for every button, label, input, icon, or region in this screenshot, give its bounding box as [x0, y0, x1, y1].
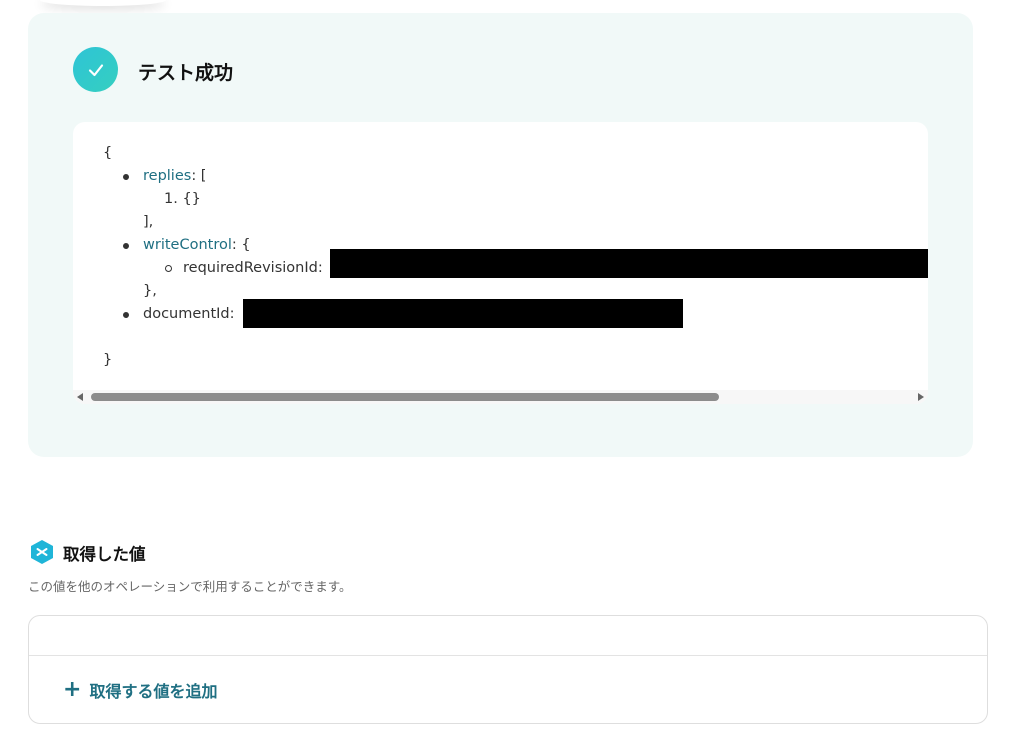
close-brace: }	[103, 352, 113, 368]
write-control-key: writeControl	[143, 237, 232, 253]
circle-bullet-icon	[165, 265, 172, 272]
retrieved-values-title: 取得した値	[63, 545, 146, 564]
json-line: {	[103, 142, 112, 165]
json-output: { replies: [ 1. {} ], writeControl: {re…	[103, 142, 928, 372]
write-control-suffix: : {	[231, 237, 251, 253]
bullet-icon	[123, 243, 129, 249]
card-shadow	[40, 0, 166, 6]
scroll-left-icon[interactable]	[77, 393, 83, 401]
replies-suffix: : [	[191, 168, 207, 184]
divider	[29, 655, 987, 656]
replies-item: 1. {}	[164, 191, 201, 207]
retrieved-values-list: + 取得する値を追加	[28, 615, 988, 724]
plus-icon: +	[63, 677, 82, 702]
redacted-block	[243, 299, 683, 328]
bullet-icon	[123, 312, 129, 318]
json-line: 1. {}	[103, 188, 201, 211]
document-id-label: documentId:	[143, 306, 235, 322]
replies-key: replies	[143, 168, 192, 184]
redacted-block	[330, 249, 928, 278]
test-result-panel: テスト成功 { replies: [ 1. {} ], writeControl…	[28, 13, 973, 457]
bullet-icon	[123, 174, 129, 180]
required-revision-label: requiredRevisionId:	[183, 260, 323, 276]
json-output-box[interactable]: { replies: [ 1. {} ], writeControl: {re…	[73, 122, 928, 404]
horizontal-scrollbar[interactable]	[73, 390, 928, 404]
json-line	[103, 326, 112, 349]
scroll-right-icon[interactable]	[918, 393, 924, 401]
add-value-button[interactable]: + 取得する値を追加	[63, 678, 217, 702]
add-value-label: 取得する値を追加	[89, 682, 218, 701]
json-line: },	[103, 280, 157, 303]
scrollbar-thumb[interactable]	[91, 393, 719, 401]
json-line: ],	[103, 211, 153, 234]
replies-close: ],	[143, 214, 154, 230]
json-line: documentId:	[103, 299, 683, 328]
json-line: replies: [	[103, 165, 206, 188]
open-brace: {	[103, 145, 113, 161]
json-line: }	[103, 349, 112, 372]
retrieved-values-description: この値を他のオペレーションで利用することができます。	[28, 579, 352, 594]
json-line: requiredRevisionId:	[103, 249, 928, 280]
json-line: writeControl: {	[103, 234, 251, 257]
success-check-icon	[73, 47, 118, 92]
write-control-close: },	[143, 283, 157, 299]
yoom-logo-icon	[29, 539, 55, 565]
result-title: テスト成功	[138, 62, 234, 84]
